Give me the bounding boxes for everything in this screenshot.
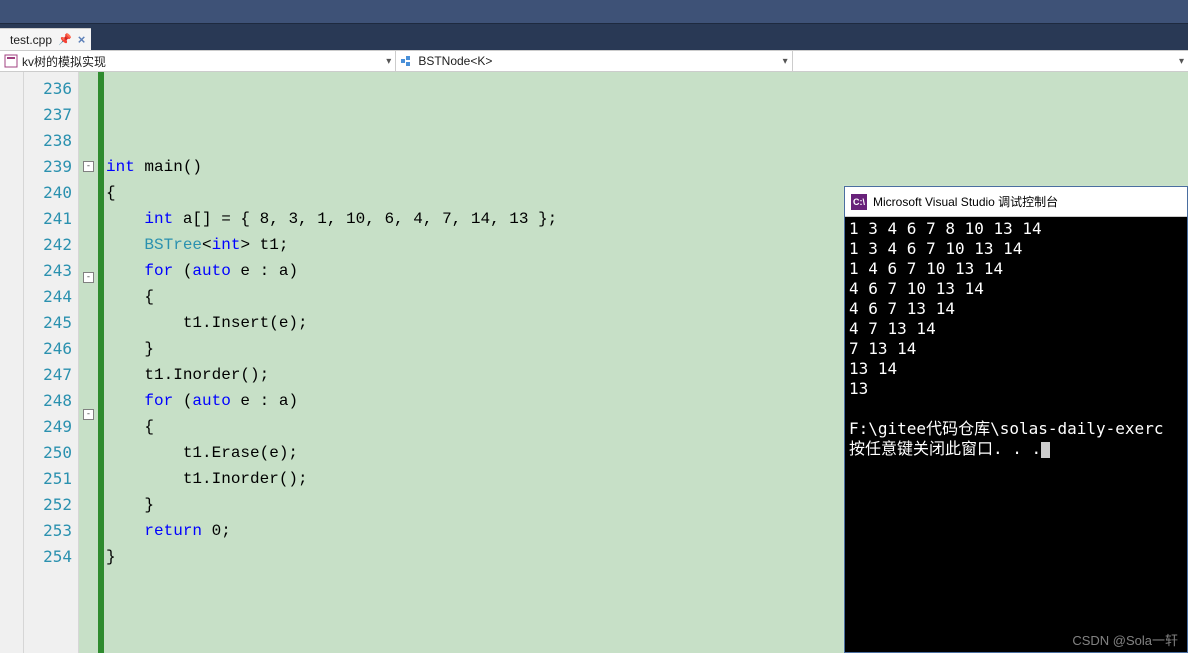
chevron-down-icon: ▾ [1179, 56, 1184, 67]
line-number: 248 [24, 388, 78, 414]
fold-strip[interactable]: - - - [78, 72, 98, 653]
vs-icon: C:\ [851, 194, 867, 210]
project-icon [4, 54, 18, 68]
line-number: 250 [24, 440, 78, 466]
member-dropdown[interactable]: ▾ [793, 51, 1188, 71]
tab-bar: test.cpp 📌 × [0, 24, 1188, 50]
pin-icon[interactable]: 📌 [58, 33, 72, 46]
line-number: 252 [24, 492, 78, 518]
tab-label: test.cpp [10, 33, 52, 47]
line-number: 238 [24, 128, 78, 154]
line-number-gutter: 2362372382392402412422432442452462472482… [24, 72, 78, 653]
line-number: 251 [24, 466, 78, 492]
line-number: 245 [24, 310, 78, 336]
scope-dropdown[interactable]: kv树的模拟实现 ▾ [0, 51, 396, 71]
line-number: 241 [24, 206, 78, 232]
fold-toggle[interactable]: - [83, 409, 94, 420]
line-number: 254 [24, 544, 78, 570]
breakpoint-margin[interactable] [0, 72, 24, 653]
chevron-down-icon: ▾ [386, 56, 391, 67]
line-number: 247 [24, 362, 78, 388]
line-number: 242 [24, 232, 78, 258]
line-number: 239 [24, 154, 78, 180]
debug-console-window[interactable]: C:\ Microsoft Visual Studio 调试控制台 1 3 4 … [844, 186, 1188, 653]
fold-toggle[interactable]: - [83, 272, 94, 283]
line-number: 243 [24, 258, 78, 284]
chevron-down-icon: ▾ [783, 56, 788, 67]
toolbar-strip [0, 0, 1188, 24]
scope-label: kv树的模拟实现 [22, 53, 106, 70]
console-title-text: Microsoft Visual Studio 调试控制台 [873, 193, 1058, 210]
console-output[interactable]: 1 3 4 6 7 8 10 13 14 1 3 4 6 7 10 13 14 … [845, 217, 1187, 461]
fold-toggle[interactable]: - [83, 161, 94, 172]
type-dropdown[interactable]: BSTNode<K> ▾ [396, 51, 792, 71]
type-label: BSTNode<K> [418, 54, 492, 68]
navigation-bar: kv树的模拟实现 ▾ BSTNode<K> ▾ ▾ [0, 50, 1188, 72]
file-tab[interactable]: test.cpp 📌 × [0, 28, 91, 50]
console-titlebar[interactable]: C:\ Microsoft Visual Studio 调试控制台 [845, 187, 1187, 217]
watermark: CSDN @Sola一轩 [1072, 630, 1178, 649]
line-number: 237 [24, 102, 78, 128]
struct-icon [400, 54, 414, 68]
line-number: 249 [24, 414, 78, 440]
line-number: 240 [24, 180, 78, 206]
line-number: 236 [24, 76, 78, 102]
line-number: 246 [24, 336, 78, 362]
line-number: 253 [24, 518, 78, 544]
line-number: 244 [24, 284, 78, 310]
cursor [1041, 442, 1050, 458]
close-icon[interactable]: × [78, 32, 86, 47]
